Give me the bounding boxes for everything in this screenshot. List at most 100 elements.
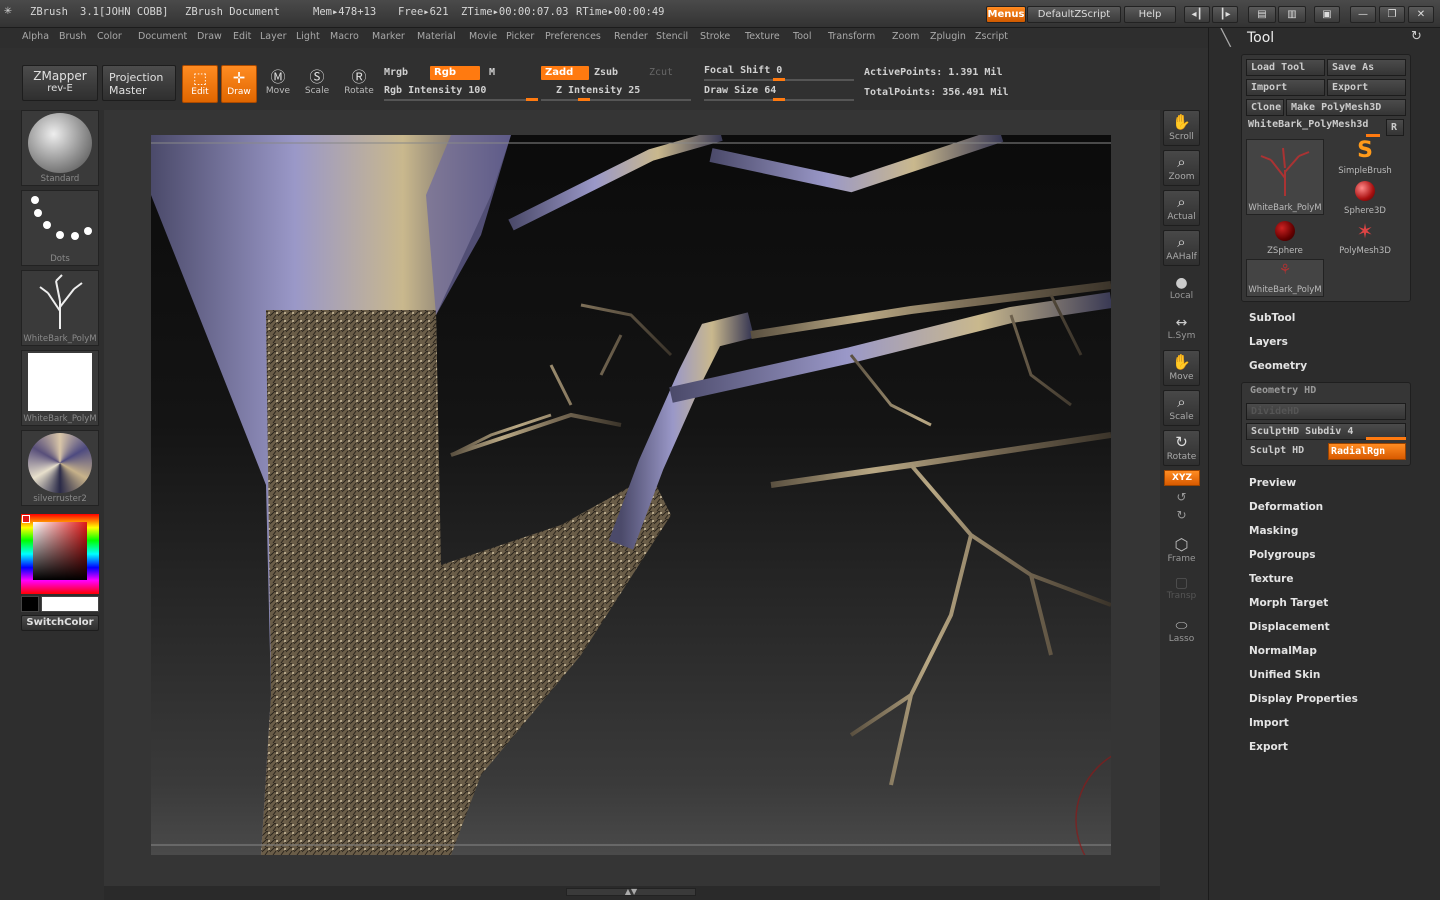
expand-ui-icon[interactable]: ┃▸ (1212, 6, 1238, 23)
menu-render[interactable]: Render (614, 31, 648, 42)
layers-section[interactable]: Layers (1249, 336, 1288, 348)
menu-light[interactable]: Light (296, 31, 320, 42)
load-tool-button[interactable]: Load Tool (1246, 59, 1325, 76)
masking-section[interactable]: Masking (1249, 525, 1298, 537)
draw-size-knob[interactable] (773, 98, 785, 101)
preview-section[interactable]: Preview (1249, 477, 1296, 489)
zsub-toggle[interactable]: Zsub (594, 67, 618, 78)
local-button[interactable]: ● Local (1163, 275, 1200, 301)
r-button[interactable]: R (1386, 119, 1404, 136)
display-properties-section[interactable]: Display Properties (1249, 693, 1358, 705)
menu-edit[interactable]: Edit (233, 31, 251, 42)
menu-stroke[interactable]: Stroke (700, 31, 730, 42)
bottom-tray-toggle[interactable]: ▲▼ (104, 886, 1160, 900)
menu-transform[interactable]: Transform (828, 31, 875, 42)
menu-zoom[interactable]: Zoom (892, 31, 919, 42)
rotate-view-button[interactable]: ↻ Rotate (1163, 430, 1200, 466)
zcut-toggle[interactable]: Zcut (649, 67, 673, 78)
layout-left-icon[interactable]: ▤ (1248, 6, 1276, 23)
menu-preferences[interactable]: Preferences (545, 31, 601, 42)
tool-thumb-whitebark[interactable]: WhiteBark_PolyM (1246, 139, 1324, 215)
dividehd-button[interactable]: DivideHD (1246, 403, 1406, 420)
menu-marker[interactable]: Marker (372, 31, 405, 42)
minimize-icon[interactable]: — (1350, 6, 1376, 23)
lsym-button[interactable]: ↔ L.Sym (1163, 315, 1200, 341)
menu-color[interactable]: Color (97, 31, 122, 42)
zmapper-button[interactable]: ZMapper rev-E (22, 65, 98, 101)
layout-right-icon[interactable]: ▥ (1278, 6, 1306, 23)
focal-shift-knob[interactable] (773, 78, 785, 81)
z-intensity-knob[interactable] (578, 98, 590, 101)
menu-movie[interactable]: Movie (469, 31, 497, 42)
menu-picker[interactable]: Picker (506, 31, 534, 42)
lasso-button[interactable]: ⬭ Lasso (1163, 618, 1200, 644)
displacement-section[interactable]: Displacement (1249, 621, 1330, 633)
move-mode-button[interactable]: Ⓜ Move (260, 65, 296, 103)
geometry-section[interactable]: Geometry (1249, 360, 1307, 372)
scale-view-button[interactable]: ⌕ Scale (1163, 390, 1200, 426)
scale-mode-button[interactable]: Ⓢ Scale (299, 65, 335, 103)
saturation-square[interactable] (33, 522, 87, 580)
menu-zplugin[interactable]: Zplugin (930, 31, 966, 42)
menu-brush[interactable]: Brush (59, 31, 86, 42)
import-section[interactable]: Import (1249, 717, 1289, 729)
deformation-section[interactable]: Deformation (1249, 501, 1323, 513)
save-as-button[interactable]: Save As (1327, 59, 1406, 76)
menu-alpha[interactable]: Alpha (22, 31, 49, 42)
tool-thumbnail[interactable]: WhiteBark_PolyM (21, 270, 99, 346)
stroke-thumbnail[interactable]: Dots (21, 190, 99, 266)
sculpthd-subdiv-knob[interactable] (1366, 437, 1406, 440)
rgb-intensity-slider[interactable]: Rgb Intensity 100 (384, 85, 486, 96)
texture-thumbnail[interactable]: WhiteBark_PolyM (21, 350, 99, 426)
palette-pin-icon[interactable]: ╲ (1221, 28, 1231, 47)
shrink-ui-icon[interactable]: ◂┃ (1184, 6, 1210, 23)
rotate-z-icon[interactable]: ↻ (1163, 508, 1200, 522)
actual-button[interactable]: ⌕ Actual (1163, 190, 1200, 226)
menu-layer[interactable]: Layer (260, 31, 287, 42)
focal-shift-slider[interactable]: Focal Shift 0 (704, 65, 782, 76)
projection-master-button[interactable]: Projection Master (102, 65, 176, 101)
material-thumbnail[interactable]: silverruster2 (21, 430, 99, 506)
document-canvas[interactable] (151, 135, 1111, 855)
tool-thumb-sphere3d[interactable]: Sphere3D (1326, 179, 1404, 217)
menu-material[interactable]: Material (417, 31, 456, 42)
morph-target-section[interactable]: Morph Target (1249, 597, 1328, 609)
tool-slider-knob[interactable] (1366, 134, 1380, 137)
close-icon[interactable]: ✕ (1408, 6, 1434, 23)
palette-refresh-icon[interactable]: ↻ (1411, 29, 1422, 44)
geometry-hd-header[interactable]: Geometry HD (1250, 385, 1316, 396)
mrgb-toggle[interactable]: Mrgb (384, 67, 408, 78)
xyz-toggle[interactable]: XYZ (1164, 470, 1200, 486)
color-picker[interactable] (21, 514, 99, 594)
make-polymesh-button[interactable]: Make PolyMesh3D (1286, 99, 1406, 116)
normalmap-section[interactable]: NormalMap (1249, 645, 1317, 657)
import-button[interactable]: Import (1246, 79, 1325, 96)
restore-icon[interactable]: ❐ (1379, 6, 1405, 23)
menu-tool[interactable]: Tool (793, 31, 811, 42)
m-toggle[interactable]: M (489, 67, 495, 78)
menu-texture[interactable]: Texture (745, 31, 780, 42)
draw-mode-button[interactable]: ✛ Draw (221, 65, 257, 103)
lock-icon[interactable]: ▣ (1314, 6, 1340, 23)
rotate-mode-button[interactable]: Ⓡ Rotate (341, 65, 377, 103)
subtool-section[interactable]: SubTool (1249, 312, 1295, 324)
menu-draw[interactable]: Draw (197, 31, 222, 42)
rgb-toggle[interactable]: Rgb (430, 66, 480, 80)
zoom-button[interactable]: ⌕ Zoom (1163, 150, 1200, 186)
sculpt-hd-button[interactable]: Sculpt HD (1250, 445, 1304, 456)
secondary-color-swatch[interactable] (21, 596, 39, 612)
tool-thumb-polymesh3d[interactable]: ✶ PolyMesh3D (1326, 219, 1404, 257)
tool-thumb-simplebrush[interactable]: S SimpleBrush (1326, 139, 1404, 177)
main-color-swatch[interactable] (41, 596, 99, 612)
current-tool-name[interactable]: WhiteBark_PolyMesh3d (1248, 119, 1368, 130)
default-zscript-button[interactable]: DefaultZScript (1027, 6, 1121, 23)
polygroups-section[interactable]: Polygroups (1249, 549, 1316, 561)
menus-button[interactable]: Menus (986, 6, 1026, 23)
rotate-y-icon[interactable]: ↺ (1163, 490, 1200, 504)
frame-button[interactable]: ⬡ Frame (1163, 535, 1200, 564)
help-button[interactable]: Help (1124, 6, 1176, 23)
export-button[interactable]: Export (1327, 79, 1406, 96)
zadd-toggle[interactable]: Zadd (541, 66, 589, 80)
export-section[interactable]: Export (1249, 741, 1288, 753)
menu-zscript[interactable]: Zscript (975, 31, 1008, 42)
